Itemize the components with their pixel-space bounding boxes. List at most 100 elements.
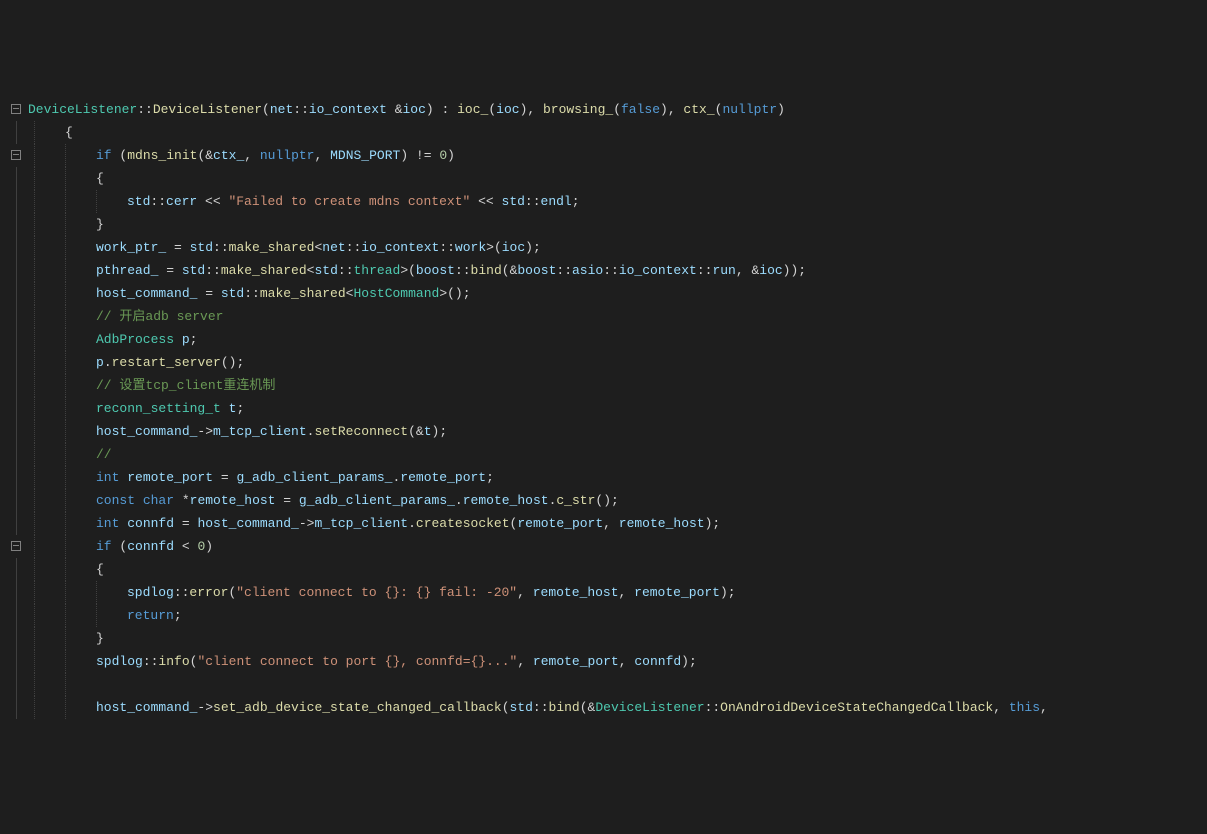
code-line[interactable]: pthread_ = std::make_shared<std::thread>… (4, 259, 1207, 282)
fold-gutter[interactable] (4, 121, 28, 144)
code-line[interactable]: host_command_->m_tcp_client.setReconnect… (4, 420, 1207, 443)
code-line[interactable]: { (4, 121, 1207, 144)
code-line[interactable]: // 开启adb server (4, 305, 1207, 328)
code-text[interactable]: work_ptr_ = std::make_shared<net::io_con… (96, 240, 541, 255)
fold-minus-icon[interactable] (11, 541, 21, 551)
code-line[interactable]: { (4, 558, 1207, 581)
indent-guide (65, 190, 96, 213)
fold-gutter[interactable] (4, 535, 28, 558)
token: :: (293, 102, 309, 117)
fold-gutter[interactable] (4, 466, 28, 489)
token: ( (112, 148, 128, 163)
code-line[interactable]: DeviceListener::DeviceListener(net::io_c… (4, 98, 1207, 121)
fold-gutter[interactable] (4, 627, 28, 650)
code-line[interactable]: spdlog::info("client connect to port {},… (4, 650, 1207, 673)
fold-gutter[interactable] (4, 167, 28, 190)
fold-gutter[interactable] (4, 236, 28, 259)
indent-guide (65, 466, 96, 489)
indent-guide (34, 144, 65, 167)
fold-minus-icon[interactable] (11, 150, 21, 160)
indent-guide (65, 259, 96, 282)
token: (& (408, 424, 424, 439)
code-text[interactable]: int connfd = host_command_->m_tcp_client… (96, 516, 720, 531)
fold-gutter[interactable] (4, 581, 28, 604)
fold-gutter[interactable] (4, 351, 28, 374)
code-text[interactable]: // 开启adb server (96, 309, 223, 324)
code-line[interactable]: const char *remote_host = g_adb_client_p… (4, 489, 1207, 512)
code-text[interactable]: { (96, 171, 104, 186)
code-line[interactable]: } (4, 627, 1207, 650)
code-text[interactable]: } (96, 631, 104, 646)
code-line[interactable]: reconn_setting_t t; (4, 397, 1207, 420)
code-line[interactable]: return; (4, 604, 1207, 627)
token: :: (137, 102, 153, 117)
fold-gutter[interactable] (4, 650, 28, 673)
fold-gutter[interactable] (4, 213, 28, 236)
code-line[interactable]: std::cerr << "Failed to create mdns cont… (4, 190, 1207, 213)
code-text[interactable]: pthread_ = std::make_shared<std::thread>… (96, 263, 806, 278)
fold-gutter[interactable] (4, 558, 28, 581)
code-line[interactable]: if (connfd < 0) (4, 535, 1207, 558)
fold-gutter[interactable] (4, 673, 28, 696)
code-text[interactable]: spdlog::error("client connect to {}: {} … (127, 585, 736, 600)
code-text[interactable]: DeviceListener::DeviceListener(net::io_c… (28, 102, 785, 117)
fold-gutter[interactable] (4, 328, 28, 351)
code-line[interactable]: host_command_ = std::make_shared<HostCom… (4, 282, 1207, 305)
code-text[interactable]: return; (127, 608, 182, 623)
code-line[interactable]: } (4, 213, 1207, 236)
fold-gutter[interactable] (4, 443, 28, 466)
code-text[interactable]: spdlog::info("client connect to port {},… (96, 654, 697, 669)
token: >( (400, 263, 416, 278)
fold-gutter[interactable] (4, 604, 28, 627)
code-line[interactable]: spdlog::error("client connect to {}: {} … (4, 581, 1207, 604)
token: work (455, 240, 486, 255)
fold-line-icon (16, 489, 17, 512)
code-text[interactable]: int remote_port = g_adb_client_params_.r… (96, 470, 494, 485)
token: :: (439, 240, 455, 255)
code-line[interactable]: p.restart_server(); (4, 351, 1207, 374)
indent-guide (65, 650, 96, 673)
fold-line-icon (16, 581, 17, 604)
code-line[interactable]: // (4, 443, 1207, 466)
fold-gutter[interactable] (4, 190, 28, 213)
fold-gutter[interactable] (4, 259, 28, 282)
fold-minus-icon[interactable] (11, 104, 21, 114)
code-line[interactable]: AdbProcess p; (4, 328, 1207, 351)
code-text[interactable]: host_command_->m_tcp_client.setReconnect… (96, 424, 447, 439)
code-text[interactable]: host_command_ = std::make_shared<HostCom… (96, 286, 471, 301)
code-text[interactable]: if (mdns_init(&ctx_, nullptr, MDNS_PORT)… (96, 148, 455, 163)
token: < (174, 539, 197, 554)
code-text[interactable]: } (96, 217, 104, 232)
fold-gutter[interactable] (4, 144, 28, 167)
code-text[interactable]: // 设置tcp_client重连机制 (96, 378, 275, 393)
code-text[interactable]: AdbProcess p; (96, 332, 197, 347)
fold-gutter[interactable] (4, 374, 28, 397)
fold-gutter[interactable] (4, 98, 28, 121)
code-text[interactable]: p.restart_server(); (96, 355, 244, 370)
fold-gutter[interactable] (4, 512, 28, 535)
fold-gutter[interactable] (4, 282, 28, 305)
code-line[interactable]: if (mdns_init(&ctx_, nullptr, MDNS_PORT)… (4, 144, 1207, 167)
code-line[interactable]: int connfd = host_command_->m_tcp_client… (4, 512, 1207, 535)
fold-gutter[interactable] (4, 397, 28, 420)
code-text[interactable]: { (65, 125, 73, 140)
code-text[interactable]: host_command_->set_adb_device_state_chan… (96, 700, 1048, 715)
code-line[interactable]: int remote_port = g_adb_client_params_.r… (4, 466, 1207, 489)
fold-gutter[interactable] (4, 420, 28, 443)
code-line[interactable]: work_ptr_ = std::make_shared<net::io_con… (4, 236, 1207, 259)
token: ctx_ (213, 148, 244, 163)
fold-gutter[interactable] (4, 305, 28, 328)
code-text[interactable]: // (96, 447, 112, 462)
code-editor[interactable]: DeviceListener::DeviceListener(net::io_c… (4, 98, 1207, 719)
fold-gutter[interactable] (4, 489, 28, 512)
code-text[interactable]: std::cerr << "Failed to create mdns cont… (127, 194, 580, 209)
code-line[interactable] (4, 673, 1207, 696)
fold-gutter[interactable] (4, 696, 28, 719)
code-line[interactable]: host_command_->set_adb_device_state_chan… (4, 696, 1207, 719)
code-text[interactable]: reconn_setting_t t; (96, 401, 244, 416)
code-line[interactable]: // 设置tcp_client重连机制 (4, 374, 1207, 397)
code-line[interactable]: { (4, 167, 1207, 190)
code-text[interactable]: { (96, 562, 104, 577)
code-text[interactable]: if (connfd < 0) (96, 539, 213, 554)
code-text[interactable]: const char *remote_host = g_adb_client_p… (96, 493, 619, 508)
